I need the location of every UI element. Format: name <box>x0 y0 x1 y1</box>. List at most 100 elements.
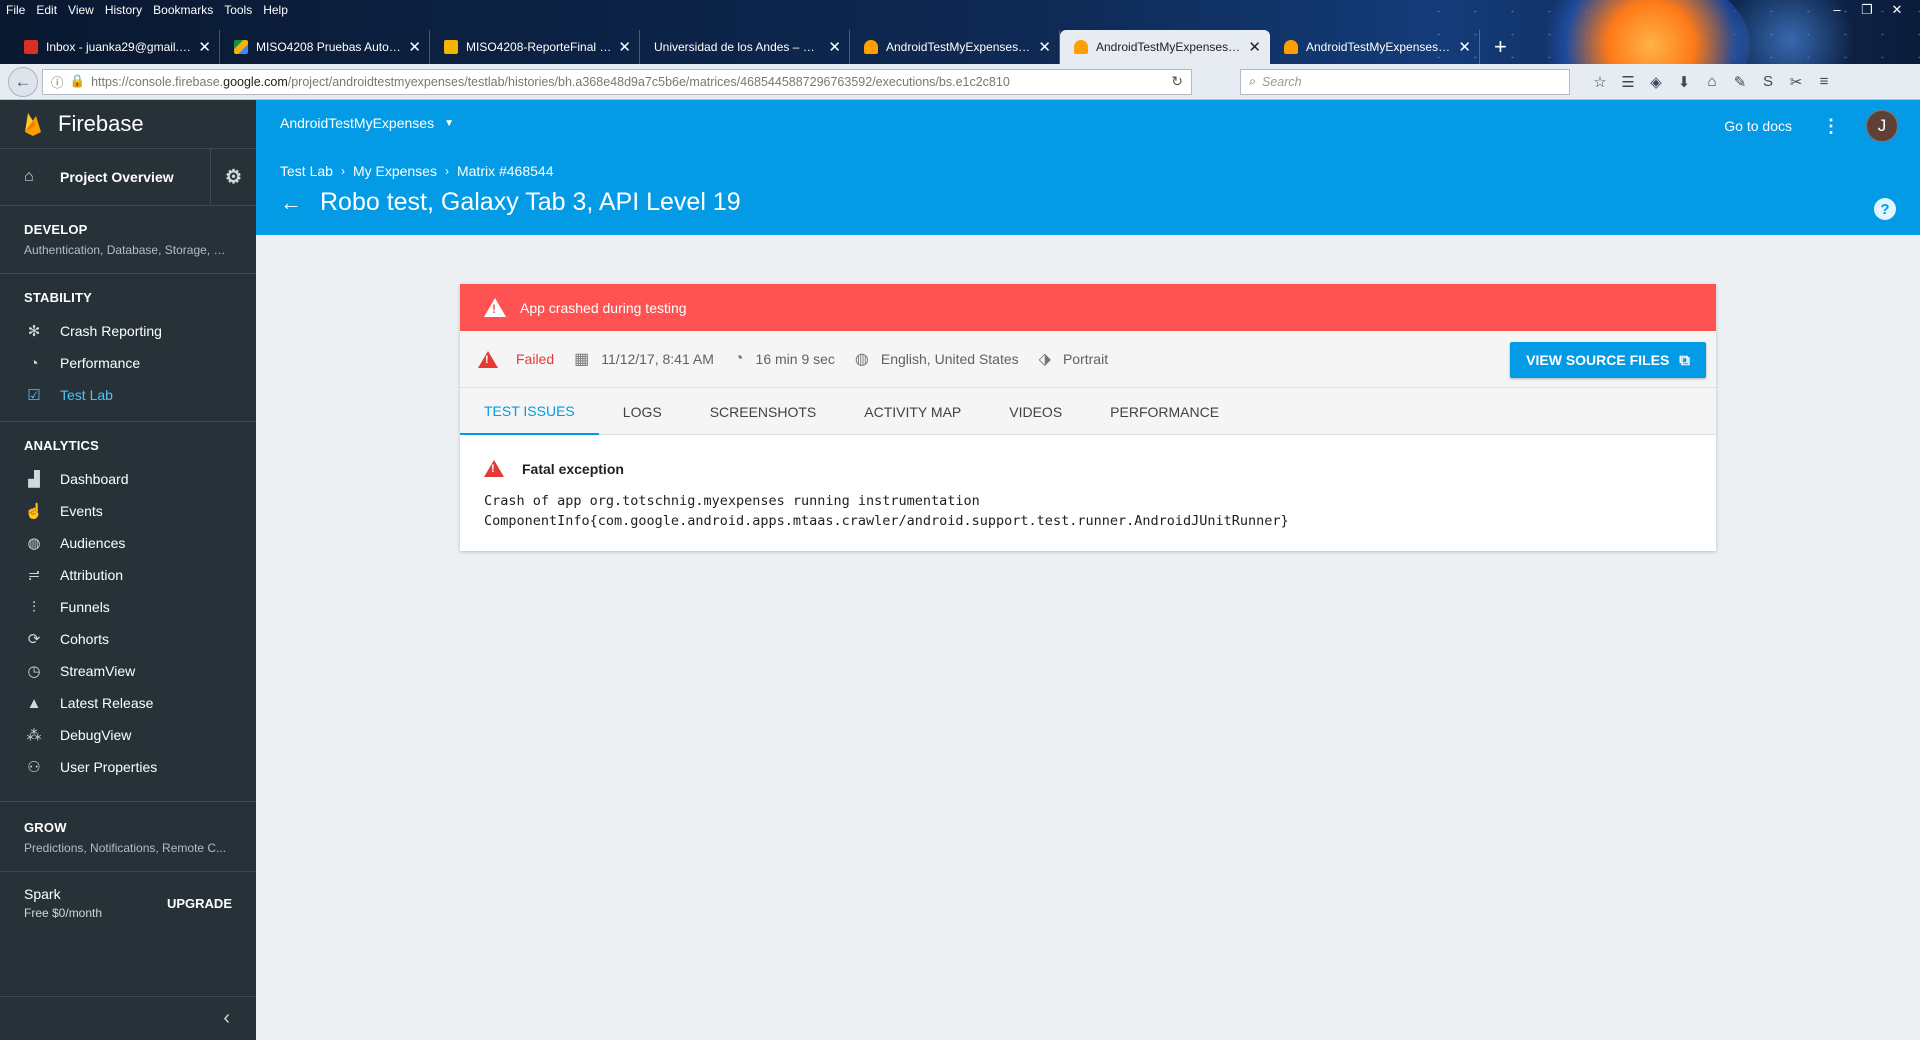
avatar[interactable]: J <box>1866 110 1898 142</box>
section-title: GROW <box>24 820 67 835</box>
section-title: STABILITY <box>24 290 92 305</box>
gmail-favicon-icon <box>24 40 38 54</box>
go-to-docs-link[interactable]: Go to docs <box>1724 118 1792 134</box>
chevron-left-icon: ‹ <box>223 1007 230 1029</box>
sidebar-item-cohorts[interactable]: ⟳ Cohorts <box>0 623 256 655</box>
back-arrow-icon[interactable]: ← <box>280 190 302 216</box>
pocket-icon[interactable]: ◈ <box>1642 73 1670 91</box>
browser-tab-active[interactable]: AndroidTestMyExpenses – Te ✕ <box>1060 30 1270 64</box>
sidebar-item-streamview[interactable]: ◷ StreamView <box>0 655 256 687</box>
breadcrumb-test-lab[interactable]: Test Lab <box>280 163 333 179</box>
execution-duration: ◔ 16 min 9 sec <box>734 350 835 368</box>
tab-screenshots[interactable]: SCREENSHOTS <box>686 388 841 435</box>
browser-tab[interactable]: AndroidTestMyExpenses – Te ✕ <box>1270 30 1480 64</box>
sidebar-item-latest-release[interactable]: ▲ Latest Release <box>0 687 256 719</box>
page-title: ← Robo test, Galaxy Tab 3, API Level 19 <box>280 188 741 217</box>
close-tab-icon[interactable]: ✕ <box>408 38 421 56</box>
menu-edit[interactable]: Edit <box>36 3 57 17</box>
close-tab-icon[interactable]: ✕ <box>198 38 211 56</box>
address-bar[interactable]: ⓘ 🔒 https://console.firebase.google.com/… <box>42 68 1192 95</box>
develop-section[interactable]: DEVELOP Authentication, Database, Storag… <box>0 206 256 273</box>
close-window-icon[interactable]: ✕ <box>1882 2 1912 18</box>
menu-icon[interactable]: ≡ <box>1810 73 1838 91</box>
menu-bookmarks[interactable]: Bookmarks <box>153 3 213 17</box>
tab-test-issues[interactable]: TEST ISSUES <box>460 388 599 435</box>
menu-help[interactable]: Help <box>263 3 288 17</box>
help-icon[interactable]: ? <box>1874 198 1896 220</box>
reload-icon[interactable]: ↻ <box>1171 73 1183 90</box>
new-tab-icon[interactable]: + <box>1494 30 1507 64</box>
firebase-favicon-icon <box>1074 40 1088 54</box>
browser-tab[interactable]: Inbox - juanka29@gmail.com ✕ <box>10 30 220 64</box>
browser-tab[interactable]: Universidad de los Andes – Colo ✕ <box>640 30 850 64</box>
url-text: https://console.firebase.google.com/proj… <box>91 75 1163 89</box>
download-icon[interactable]: ⬇ <box>1670 73 1698 91</box>
project-selector[interactable]: AndroidTestMyExpenses ▼ <box>280 115 454 131</box>
grow-section[interactable]: GROW Predictions, Notifications, Remote … <box>0 802 256 871</box>
tab-title: MISO4208-ReporteFinal - Go <box>466 40 613 54</box>
sidebar-item-label: Audiences <box>60 535 126 551</box>
firebase-logo[interactable]: Firebase <box>0 100 256 148</box>
debug-icon: ⁂ <box>26 727 42 744</box>
tab-videos[interactable]: VIDEOS <box>985 388 1086 435</box>
close-tab-icon[interactable]: ✕ <box>1038 38 1051 56</box>
project-overview-link[interactable]: ⌂ Project Overview ⚙ <box>0 149 256 205</box>
menu-view[interactable]: View <box>68 3 94 17</box>
browser-tab[interactable]: AndroidTestMyExpenses – Te ✕ <box>850 30 1060 64</box>
extension-icon[interactable]: ✎ <box>1726 73 1754 91</box>
sidebar-item-performance[interactable]: ◔ Performance <box>0 347 256 379</box>
sidebar-item-crash-reporting[interactable]: ✻ Crash Reporting <box>0 315 256 347</box>
browser-tab[interactable]: MISO4208-ReporteFinal - Go ✕ <box>430 30 640 64</box>
back-button[interactable]: ← <box>8 66 38 97</box>
calendar-icon: ▦ <box>574 351 590 368</box>
sidebar-item-attribution[interactable]: ≓ Attribution <box>0 559 256 591</box>
duration-text: 16 min 9 sec <box>755 351 835 367</box>
collapse-sidebar-button[interactable]: ‹ <box>0 996 256 1040</box>
page-header: AndroidTestMyExpenses ▼ Go to docs ⋮ J T… <box>256 100 1920 235</box>
minimize-icon[interactable]: – <box>1822 2 1852 18</box>
caret-down-icon: ▼ <box>444 117 454 129</box>
info-icon[interactable]: ⓘ <box>51 72 64 91</box>
reading-list-icon[interactable]: ☰ <box>1614 73 1642 91</box>
sidebar-item-test-lab[interactable]: ☑ Test Lab <box>0 379 256 411</box>
breadcrumb-my-expenses[interactable]: My Expenses <box>353 163 437 179</box>
close-tab-icon[interactable]: ✕ <box>828 38 841 56</box>
tab-logs[interactable]: LOGS <box>599 388 686 435</box>
more-vert-icon[interactable]: ⋮ <box>1822 116 1840 137</box>
menu-tools[interactable]: Tools <box>224 3 252 17</box>
menu-file[interactable]: File <box>6 3 25 17</box>
sidebar-item-debugview[interactable]: ⁂ DebugView <box>0 719 256 751</box>
sidebar-item-events[interactable]: ☝ Events <box>0 495 256 527</box>
close-tab-icon[interactable]: ✕ <box>618 38 631 56</box>
browser-tab[interactable]: MISO4208 Pruebas Automat ✕ <box>220 30 430 64</box>
plan-panel: Spark Free $0/month UPGRADE <box>0 872 256 934</box>
view-source-files-button[interactable]: VIEW SOURCE FILES ⧉ <box>1510 342 1706 378</box>
tab-strip: Inbox - juanka29@gmail.com ✕ MISO4208 Pr… <box>10 30 1507 64</box>
tab-performance[interactable]: PERFORMANCE <box>1086 388 1243 435</box>
browser-chrome: File Edit View History Bookmarks Tools H… <box>0 0 1920 100</box>
open-in-new-icon: ⧉ <box>1679 351 1690 369</box>
menu-history[interactable]: History <box>105 3 142 17</box>
tab-activity-map[interactable]: ACTIVITY MAP <box>840 388 985 435</box>
project-name: AndroidTestMyExpenses <box>280 115 435 131</box>
plan-info: Spark Free $0/month <box>24 886 102 920</box>
restore-icon[interactable]: ❐ <box>1852 2 1882 18</box>
sidebar-item-audiences[interactable]: ◍ Audiences <box>0 527 256 559</box>
close-tab-icon[interactable]: ✕ <box>1248 38 1261 56</box>
close-tab-icon[interactable]: ✕ <box>1458 38 1471 56</box>
sync-icon[interactable]: S <box>1754 73 1782 91</box>
breadcrumb-matrix[interactable]: Matrix #468544 <box>457 163 554 179</box>
sidebar-item-funnels[interactable]: ⫶ Funnels <box>0 591 256 623</box>
home-icon[interactable]: ⌂ <box>1698 73 1726 91</box>
bookmark-star-icon[interactable]: ☆ <box>1586 73 1614 91</box>
tools-icon[interactable]: ✂ <box>1782 73 1810 91</box>
tab-title: Inbox - juanka29@gmail.com <box>46 40 193 54</box>
screen-rotation-icon: ⬗ <box>1038 351 1051 368</box>
sidebar-item-user-properties[interactable]: ⚇ User Properties <box>0 751 256 783</box>
sidebar-item-label: User Properties <box>60 759 158 775</box>
stability-section: STABILITY <box>0 274 256 315</box>
gear-icon[interactable]: ⚙ <box>210 149 256 205</box>
upgrade-button[interactable]: UPGRADE <box>167 896 232 911</box>
sidebar-item-dashboard[interactable]: ▟ Dashboard <box>0 463 256 495</box>
search-bar[interactable]: ⌕ Search <box>1240 68 1570 95</box>
